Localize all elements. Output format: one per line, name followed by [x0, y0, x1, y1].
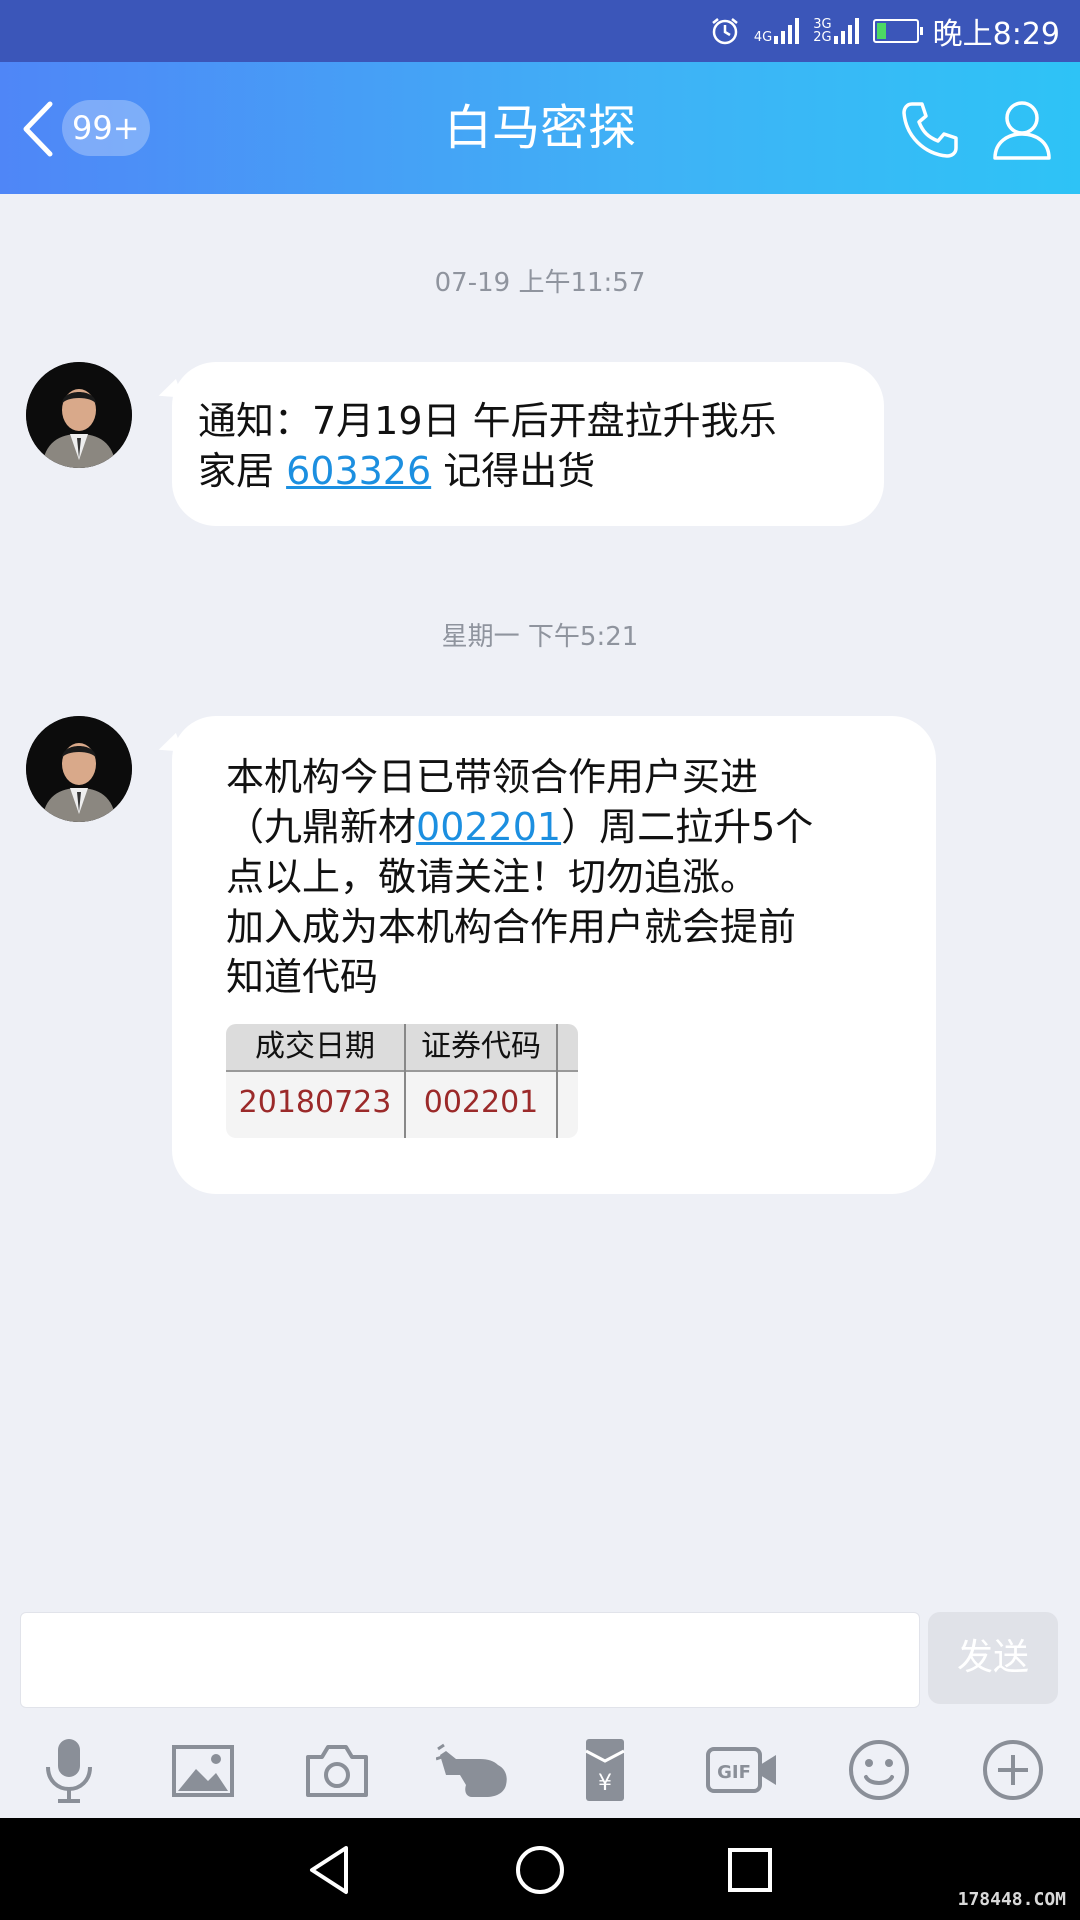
- message-timestamp: 07-19 上午11:57: [434, 268, 646, 298]
- message-line: 点以上，敬请关注！切勿追涨。: [226, 855, 759, 899]
- table-cell: 002201: [423, 1085, 539, 1120]
- avatar[interactable]: [26, 362, 132, 468]
- message-text-span: ）周二拉升5个: [561, 805, 814, 849]
- phone-icon[interactable]: [898, 98, 962, 162]
- message-line: 家居 603326 记得出货: [198, 446, 868, 496]
- message-line: 知道代码: [226, 955, 379, 999]
- avatar-image: [26, 362, 132, 468]
- message-line: 通知：7月19日 午后开盘拉升我乐: [198, 399, 777, 443]
- signal-icon: 4G: [753, 18, 800, 45]
- avatar-image: [26, 716, 132, 822]
- recents-nav-icon[interactable]: [720, 1840, 780, 1900]
- message-text-span: 记得出货: [431, 449, 596, 493]
- chat-header: 99+ 白马密探: [0, 62, 1080, 194]
- message-text-span: （九鼎新材: [226, 805, 417, 849]
- message-text: 本机构今日已带领合作用户买进 （九鼎新材002201）周二拉升5个 点以上，敬请…: [226, 752, 916, 1002]
- message-bubble[interactable]: 通知：7月19日 午后开盘拉升我乐 家居 603326 记得出货: [172, 362, 884, 526]
- message-input[interactable]: [20, 1612, 920, 1708]
- alarm-icon: [712, 18, 738, 45]
- message-text-span: 家居: [198, 449, 287, 493]
- unread-badge[interactable]: 99+: [62, 100, 150, 156]
- status-time: 晚上8:29: [932, 17, 1060, 52]
- back-icon[interactable]: [18, 100, 58, 158]
- image-icon[interactable]: [168, 1735, 238, 1805]
- message-line: 本机构今日已带领合作用户买进: [226, 755, 759, 799]
- red-packet-icon[interactable]: ¥: [570, 1735, 640, 1805]
- send-button[interactable]: 发送: [928, 1612, 1058, 1704]
- trade-table-image[interactable]: 成交日期 证券代码 20180723 002201: [226, 1024, 578, 1138]
- battery-icon: [872, 19, 923, 43]
- message-text: 通知：7月19日 午后开盘拉升我乐 家居 603326 记得出货: [198, 396, 868, 496]
- message-line: 加入成为本机构合作用户就会提前: [226, 905, 797, 949]
- svg-text:GIF: GIF: [717, 1762, 751, 1783]
- stock-code-link[interactable]: 002201: [416, 805, 561, 849]
- camera-icon[interactable]: [302, 1735, 372, 1805]
- network-type-2: 3G 2G: [813, 17, 832, 45]
- page-title: 白马密探: [443, 100, 636, 156]
- status-icons: 4G 3G 2G 晚上8:29: [710, 8, 1060, 54]
- input-toolbar: ¥ GIF: [0, 1725, 1080, 1815]
- avatar[interactable]: [26, 716, 132, 822]
- profile-icon[interactable]: [990, 96, 1054, 162]
- network-type-1: 4G: [753, 30, 773, 45]
- system-nav-bar: 178448.COM: [0, 1818, 1080, 1920]
- message-bubble[interactable]: 本机构今日已带领合作用户买进 （九鼎新材002201）周二拉升5个 点以上，敬请…: [172, 716, 936, 1194]
- back-nav-icon[interactable]: [300, 1840, 360, 1900]
- stock-code-link[interactable]: 603326: [286, 449, 431, 493]
- plus-icon[interactable]: [978, 1735, 1048, 1805]
- table-cell: 20180723: [238, 1085, 392, 1120]
- microphone-icon[interactable]: [34, 1735, 104, 1805]
- home-nav-icon[interactable]: [510, 1840, 570, 1900]
- signal-icon: 3G 2G: [813, 17, 859, 45]
- watermark: 178448.COM: [957, 1889, 1066, 1910]
- emoji-icon[interactable]: [844, 1735, 914, 1805]
- message-line: （九鼎新材002201）周二拉升5个: [226, 802, 916, 852]
- table-header-cell: 证券代码: [421, 1029, 541, 1064]
- gif-icon[interactable]: GIF: [704, 1735, 780, 1805]
- status-bar: 4G 3G 2G 晚上8:29: [0, 0, 1080, 62]
- table-header-cell: 成交日期: [255, 1029, 375, 1064]
- svg-text:¥: ¥: [598, 1771, 612, 1796]
- poke-icon[interactable]: [436, 1735, 512, 1805]
- message-timestamp: 星期一 下午5:21: [441, 622, 639, 652]
